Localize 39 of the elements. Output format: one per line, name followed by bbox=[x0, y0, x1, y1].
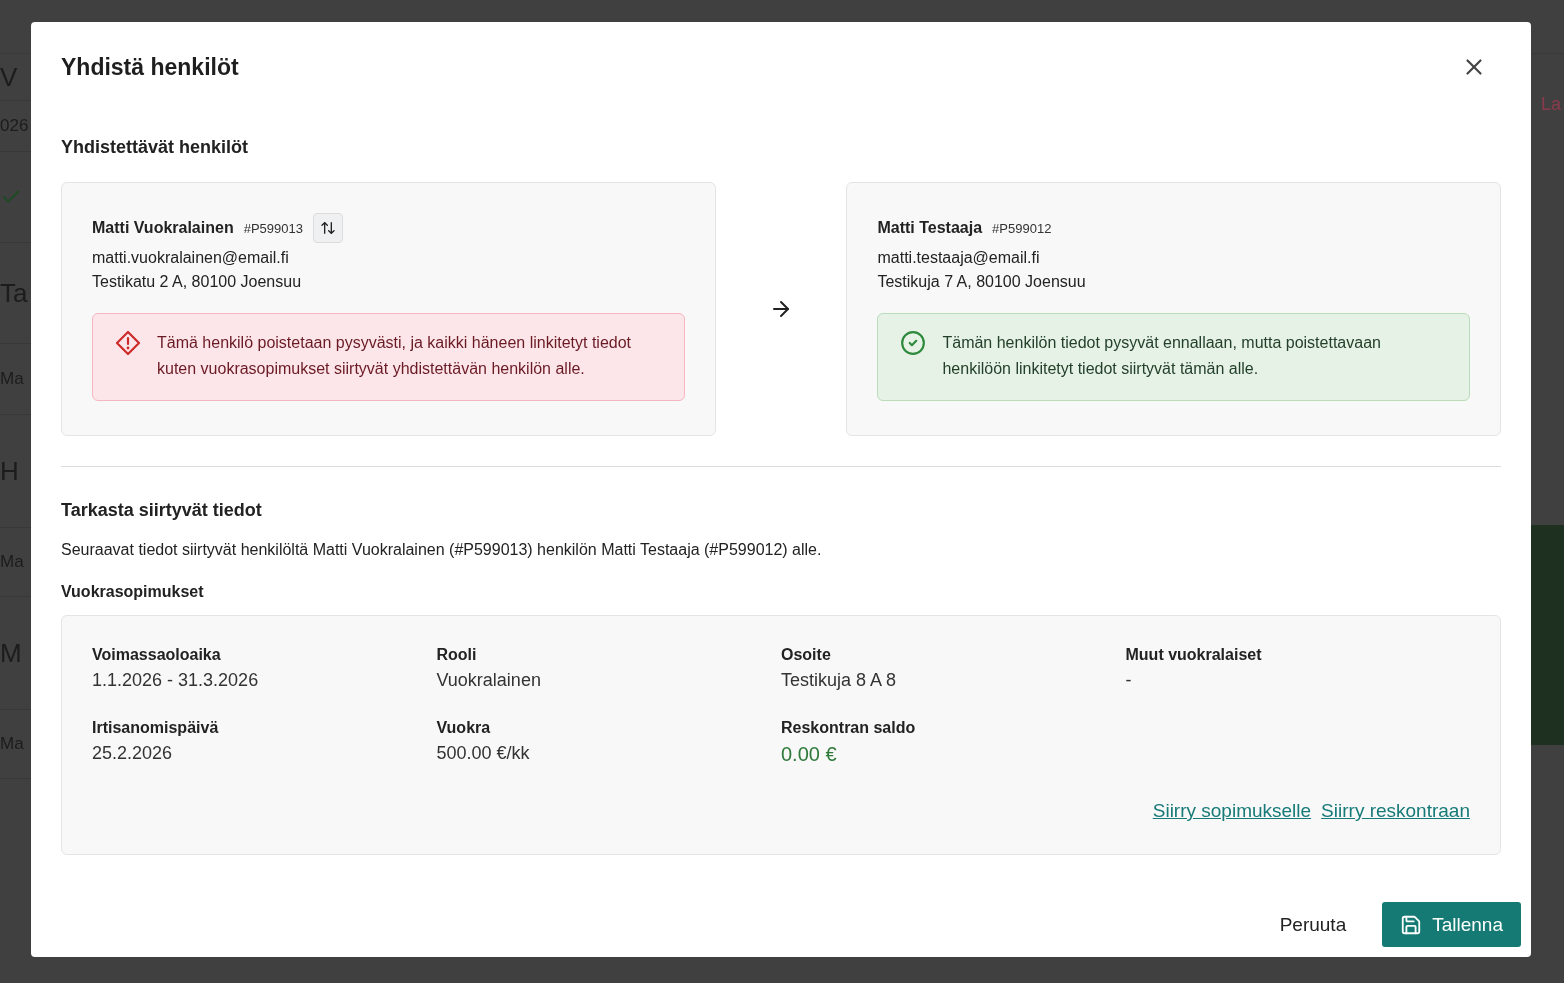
link[interactable]: Siirry sopimukselle bbox=[1152, 800, 1312, 822]
page-text: La bbox=[1540, 93, 1563, 115]
field-label: Voimassaoloaika bbox=[92, 646, 222, 664]
dialog-title: Yhdistä henkilöt bbox=[61, 53, 239, 81]
person-email: matti.vuokralainen@email.fi bbox=[92, 249, 290, 267]
description: Seuraavat tiedot siirtyvät henkilöltä Matti Vuokralainen (#P599013) henkilön Matti Testaaja (#P599012) alle. bbox=[61, 541, 823, 559]
notice-text: Tämän henkilön tiedot pysyvät ennallaan, mutta poistettavaan henkilöön linkitetyt tiedot siirtyvät tämän alle. bbox=[942, 333, 1382, 379]
section-title: Yhdistettävät henkilöt bbox=[61, 137, 250, 158]
field-label: Muut vuokralaiset bbox=[1125, 646, 1263, 664]
swap-arrows-icon bbox=[319, 220, 336, 236]
field-label: Vuokra bbox=[436, 719, 492, 737]
person-id: #P599012 bbox=[992, 220, 1052, 236]
person-email: matti.testaaja@email.fi bbox=[877, 249, 1041, 267]
link[interactable]: Siirry reskontraan bbox=[1321, 800, 1470, 822]
field-value: 25.2.2026 bbox=[92, 743, 174, 764]
save-icon bbox=[1400, 913, 1423, 936]
field-value: - bbox=[1125, 670, 1133, 691]
person-address: Testikatu 2 A, 80100 Joensuu bbox=[92, 273, 303, 291]
field-label: Rooli bbox=[436, 646, 478, 664]
swap-button[interactable] bbox=[312, 213, 343, 243]
person-id: #P599013 bbox=[243, 220, 303, 236]
field-label: Irtisanomispäivä bbox=[92, 719, 220, 737]
person-name: Matti Testaaja bbox=[877, 219, 983, 237]
person-address: Testikuja 7 A, 80100 Joensuu bbox=[877, 273, 1087, 291]
field-value: Testikuja 8 A 8 bbox=[781, 670, 898, 691]
notice-text: Tämä henkilö poistetaan pysyvästi, ja kaikki häneen linkitetyt tiedot kuten vuokrasopimukset siirtyvät yhdistettävän henkilön alle. bbox=[157, 333, 633, 379]
field-label: Osoite bbox=[781, 646, 832, 664]
cancel-button[interactable]: Peruuta bbox=[1269, 903, 1357, 946]
section-title: Tarkasta siirtyvät tiedot bbox=[61, 500, 263, 521]
check-circle-icon bbox=[900, 330, 927, 356]
save-button[interactable]: Tallenna bbox=[1382, 902, 1521, 947]
field-value: Vuokralainen bbox=[436, 670, 542, 691]
person-name: Matti Vuokralainen bbox=[92, 219, 234, 237]
field-value: 1.1.2026 - 31.3.2026 bbox=[92, 670, 260, 691]
field-value: 500.00 €/kk bbox=[436, 743, 531, 764]
warning-icon bbox=[115, 330, 141, 356]
subsection-title: Vuokrasopimukset bbox=[61, 583, 205, 601]
field-value: 0.00 € bbox=[781, 743, 838, 766]
field-label: Reskontran saldo bbox=[781, 719, 917, 737]
